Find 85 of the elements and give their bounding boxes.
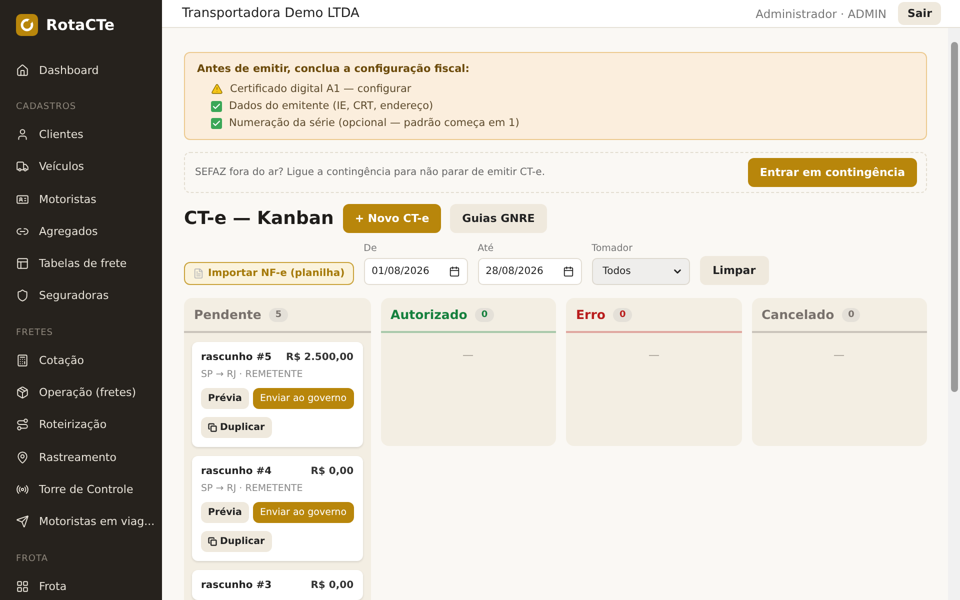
checklist-item: Dados do emitente (IE, CRT, endereço) bbox=[229, 100, 434, 112]
document-icon bbox=[193, 268, 204, 279]
copy-icon bbox=[208, 423, 217, 432]
layout-icon bbox=[16, 257, 29, 270]
shield-icon bbox=[16, 289, 29, 302]
column-title: Autorizado bbox=[390, 307, 468, 322]
nav-item[interactable]: Torre de Controle bbox=[0, 473, 162, 506]
date-to-field[interactable]: 28/08/2026 bbox=[478, 258, 582, 285]
card-amount: R$ 0,00 bbox=[310, 466, 354, 477]
nav-item[interactable]: Motoristas em viag... bbox=[0, 506, 162, 538]
logout-button[interactable]: Sair bbox=[898, 2, 941, 25]
route-icon bbox=[16, 418, 29, 432]
grid-icon bbox=[16, 580, 29, 592]
duplicate-button[interactable]: Duplicar bbox=[201, 417, 272, 438]
gnre-button[interactable]: Guias GNRE bbox=[450, 204, 547, 233]
nav-item[interactable]: Roteirização bbox=[0, 408, 162, 441]
calendar-icon bbox=[448, 266, 460, 277]
field-label: De bbox=[364, 243, 378, 254]
field-label: Até bbox=[478, 243, 495, 254]
nav-item[interactable]: Dashboard bbox=[0, 54, 162, 86]
copy-icon bbox=[208, 537, 217, 546]
nav-item[interactable]: Tabelas de frete bbox=[0, 247, 162, 280]
column-title: Pendente bbox=[194, 307, 262, 322]
column-title: Cancelado bbox=[762, 307, 834, 322]
empty-dash-icon bbox=[463, 355, 474, 356]
send-icon bbox=[16, 515, 29, 528]
count-badge: 0 bbox=[613, 308, 632, 322]
card-route: SP → RJ · REMETENTE bbox=[201, 369, 304, 380]
cte-card[interactable]: rascunho #3 R$ 0,00 bbox=[192, 570, 363, 600]
radio-waves-icon bbox=[16, 482, 29, 496]
notice-title: Antes de emitir, conclua a configuração fiscal: bbox=[197, 63, 470, 75]
cte-card[interactable]: rascunho #5 R$ 2.500,00 SP → RJ · REMETENTE Prévia Enviar ao governo Duplicar bbox=[192, 342, 363, 447]
date-from-field[interactable]: 01/08/2026 bbox=[364, 258, 468, 285]
user-label: Administrador · ADMIN bbox=[756, 6, 886, 20]
section-heading: FRETES bbox=[15, 327, 54, 340]
scrollbar[interactable] bbox=[948, 28, 960, 600]
id-card-icon bbox=[16, 192, 29, 206]
count-badge: 0 bbox=[842, 308, 860, 322]
column-title: Erro bbox=[576, 307, 606, 322]
check-icon bbox=[211, 118, 222, 128]
calendar-icon bbox=[562, 266, 574, 277]
checklist-item: Certificado digital A1 — configurar bbox=[230, 83, 412, 95]
nav-item[interactable]: Cotação bbox=[0, 344, 162, 376]
nav-item[interactable]: Clientes bbox=[0, 118, 162, 151]
calculator-icon bbox=[16, 354, 29, 367]
empty-dash-icon bbox=[648, 355, 659, 356]
nav-item[interactable]: Seguradoras bbox=[0, 280, 162, 312]
card-amount: R$ 0,00 bbox=[310, 580, 354, 591]
cte-card[interactable]: rascunho #4 R$ 0,00 SP → RJ · REMETENTE Prévia Enviar ao governo Duplicar bbox=[192, 456, 363, 561]
nav-item[interactable]: Motoristas bbox=[0, 182, 162, 216]
empty-dash-icon bbox=[834, 355, 844, 356]
preview-button[interactable]: Prévia bbox=[201, 388, 249, 409]
nav-item[interactable]: Agregados bbox=[0, 215, 162, 248]
section-heading: CADASTROS bbox=[15, 101, 78, 114]
payer-select[interactable]: Todos bbox=[592, 258, 690, 285]
home-icon bbox=[16, 64, 29, 77]
page-title: CT-e — Kanban bbox=[184, 208, 334, 229]
count-badge: 0 bbox=[475, 308, 494, 322]
count-badge: 5 bbox=[269, 308, 288, 322]
section-heading: FROTA bbox=[15, 552, 49, 566]
nav-item[interactable]: Veículos bbox=[0, 150, 162, 183]
map-pin-icon bbox=[16, 450, 29, 464]
import-button[interactable]: Importar NF-e (planilha) bbox=[184, 262, 354, 285]
card-title: rascunho #4 bbox=[201, 466, 272, 477]
logo-icon bbox=[16, 14, 38, 36]
user-icon bbox=[16, 128, 29, 141]
truck-icon bbox=[16, 160, 29, 174]
brand-name: RotaCTe bbox=[46, 16, 115, 34]
nav-item[interactable]: Frota bbox=[0, 570, 162, 600]
card-title: rascunho #3 bbox=[201, 580, 272, 591]
check-icon bbox=[211, 100, 222, 112]
duplicate-button[interactable]: Duplicar bbox=[201, 531, 272, 552]
contingency-text: SEFAZ fora do ar? Ligue a contingência para não parar de emitir CT-e. bbox=[195, 167, 545, 178]
checklist-item: Numeração da série (opcional — padrão começa em 1) bbox=[229, 117, 520, 129]
field-label: Tomador bbox=[592, 243, 634, 254]
box-icon bbox=[16, 386, 29, 400]
card-title: rascunho #5 bbox=[201, 352, 272, 363]
preview-button[interactable]: Prévia bbox=[201, 502, 249, 523]
warning-icon bbox=[211, 83, 223, 95]
nav-item[interactable]: Operação (fretes) bbox=[0, 376, 162, 409]
nav-item[interactable]: Rastreamento bbox=[0, 440, 162, 474]
clear-button[interactable]: Limpar bbox=[700, 256, 769, 285]
company-name: Transportadora Demo LTDA bbox=[182, 6, 360, 21]
card-route: SP → RJ · REMETENTE bbox=[201, 483, 304, 494]
card-amount: R$ 2.500,00 bbox=[286, 352, 354, 363]
